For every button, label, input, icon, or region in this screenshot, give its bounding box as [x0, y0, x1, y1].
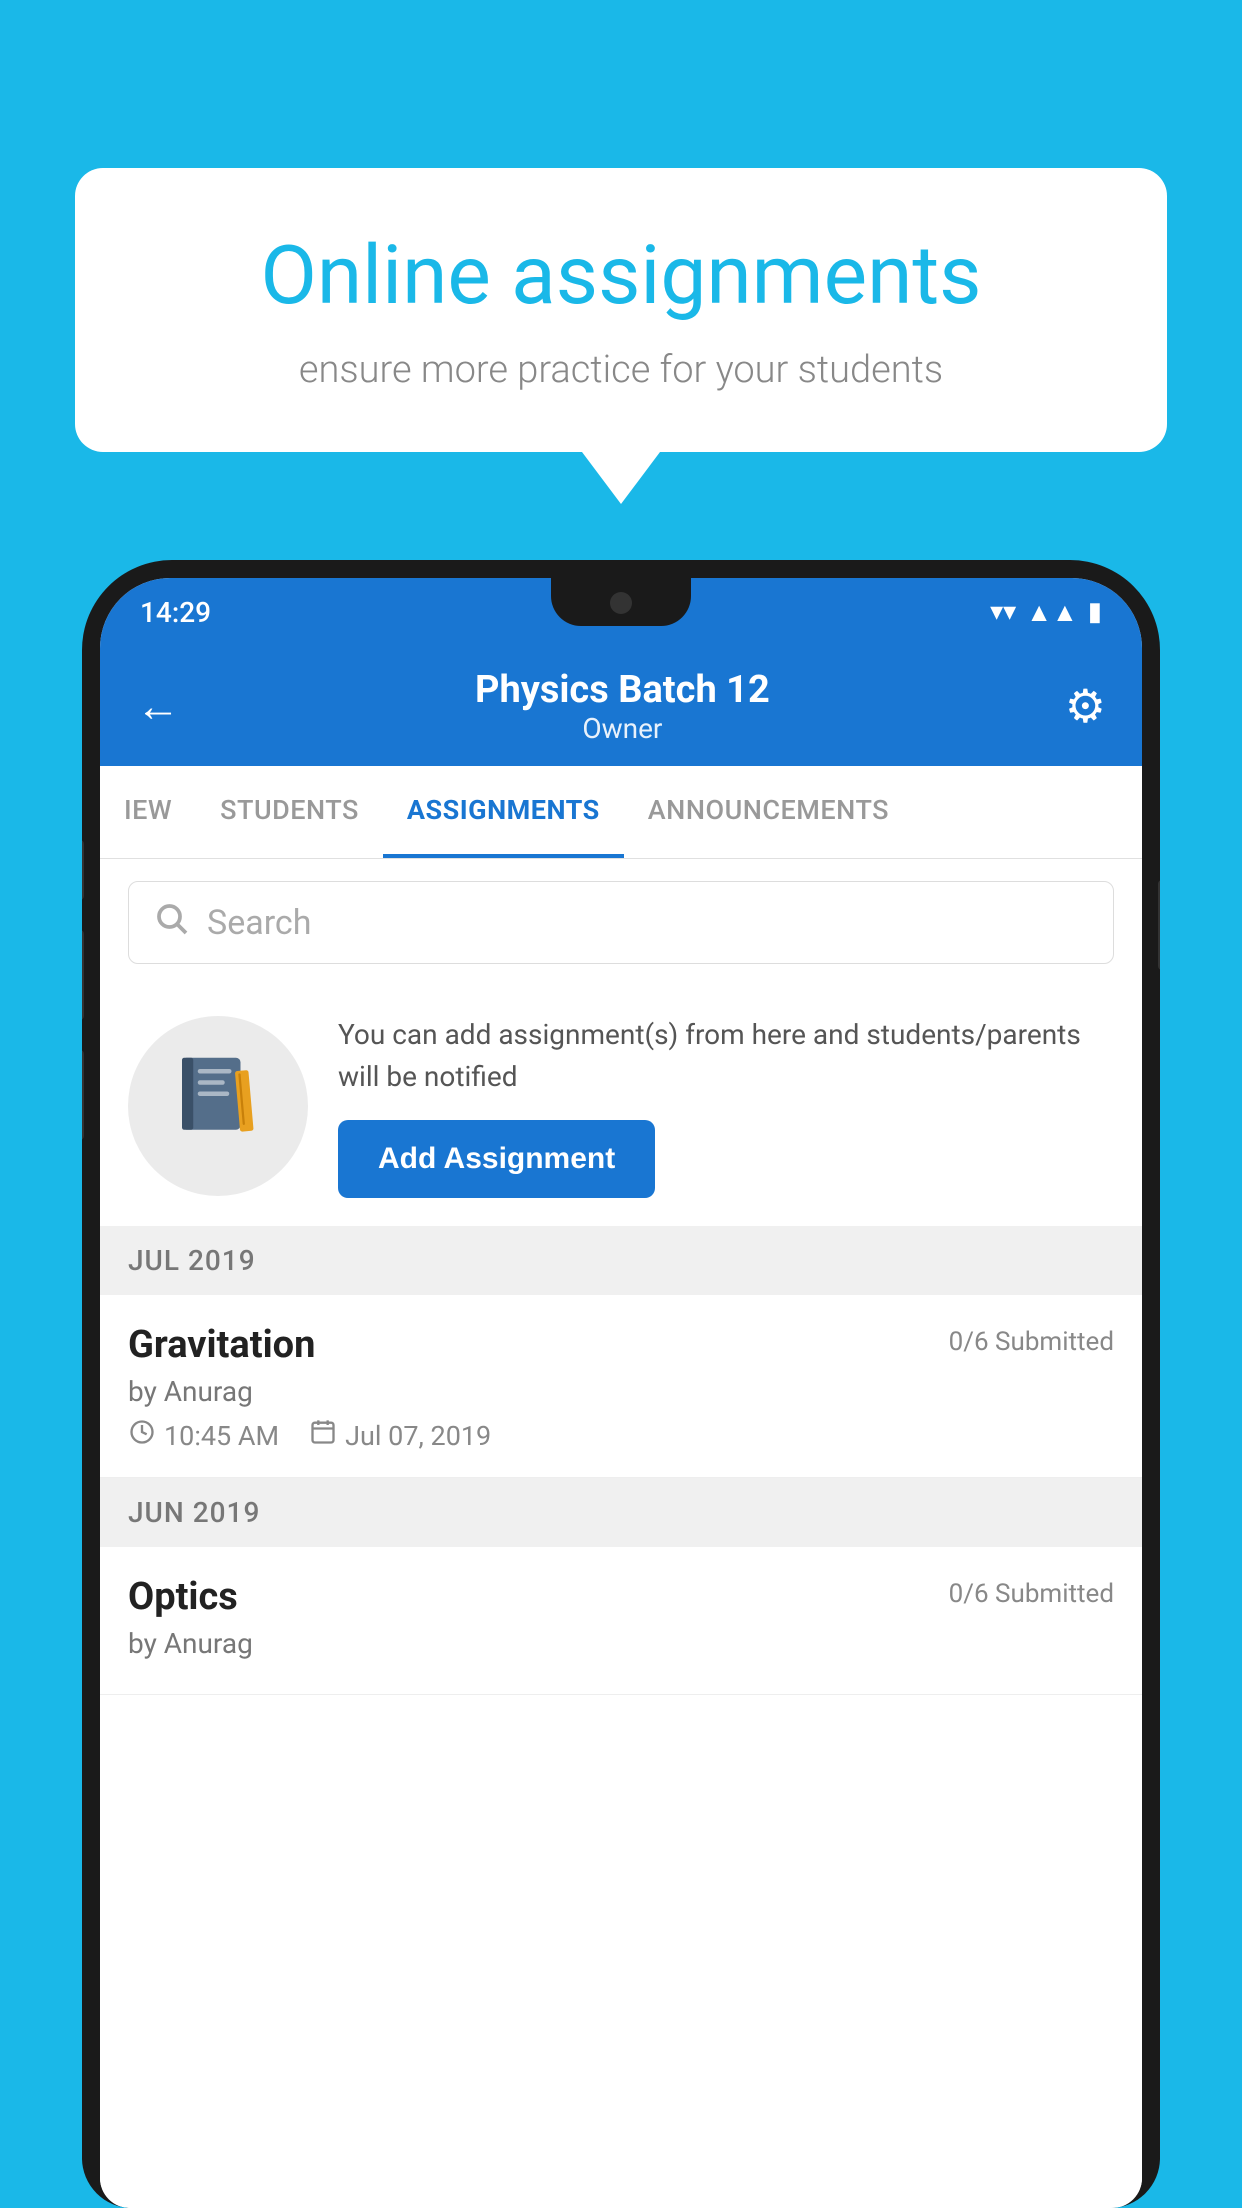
- search-placeholder: Search: [207, 903, 311, 943]
- assignment-meta-row-gravitation: 10:45 AM Jul 07, 2019: [128, 1418, 1114, 1453]
- batch-subtitle: Owner: [180, 712, 1065, 745]
- assignment-time-gravitation: 10:45 AM: [128, 1418, 279, 1453]
- battery-icon: ▮: [1088, 597, 1102, 627]
- assignment-author-gravitation: by Anurag: [128, 1375, 1114, 1408]
- volume-up-button: [82, 840, 84, 900]
- tab-assignments[interactable]: ASSIGNMENTS: [383, 766, 624, 858]
- status-time: 14:29: [140, 596, 211, 629]
- assignment-author-optics: by Anurag: [128, 1627, 1114, 1660]
- notebook-icon: [173, 1051, 263, 1161]
- phone-screen-inner: 14:29 ▾▾ ▲▲ ▮ ← Physics Batch 12 Owner ⚙…: [100, 578, 1142, 2208]
- promo-content: You can add assignment(s) from here and …: [338, 1014, 1114, 1198]
- camera-dot: [610, 592, 632, 614]
- speech-bubble-subtitle: ensure more practice for your students: [145, 348, 1097, 392]
- tabs-bar: IEW STUDENTS ASSIGNMENTS ANNOUNCEMENTS: [100, 766, 1142, 859]
- back-button[interactable]: ←: [136, 680, 180, 732]
- search-bar[interactable]: Search: [128, 881, 1114, 964]
- tab-students[interactable]: STUDENTS: [196, 766, 383, 858]
- wifi-icon: ▾▾: [990, 597, 1016, 627]
- promo-icon-circle: [128, 1016, 308, 1196]
- date-value: Jul 07, 2019: [345, 1420, 491, 1452]
- assignment-title-gravitation: Gravitation: [128, 1323, 315, 1367]
- search-container: Search: [100, 859, 1142, 986]
- phone-frame: 14:29 ▾▾ ▲▲ ▮ ← Physics Batch 12 Owner ⚙…: [82, 560, 1160, 2208]
- settings-icon[interactable]: ⚙: [1065, 679, 1106, 734]
- batch-title: Physics Batch 12: [180, 668, 1065, 712]
- assignment-item-optics[interactable]: Optics 0/6 Submitted by Anurag: [100, 1547, 1142, 1695]
- status-bar: 14:29 ▾▾ ▲▲ ▮: [100, 578, 1142, 646]
- tab-announcements[interactable]: ANNOUNCEMENTS: [624, 766, 913, 858]
- header-title-block: Physics Batch 12 Owner: [180, 668, 1065, 745]
- section-header-jul: JUL 2019: [100, 1226, 1142, 1295]
- assignment-submitted-optics: 0/6 Submitted: [949, 1579, 1114, 1609]
- add-assignment-button[interactable]: Add Assignment: [338, 1120, 655, 1198]
- time-value: 10:45 AM: [164, 1420, 279, 1452]
- calendar-icon: [309, 1418, 337, 1453]
- power-button: [1158, 880, 1160, 970]
- assignment-submitted-gravitation: 0/6 Submitted: [949, 1327, 1114, 1357]
- speech-bubble-title: Online assignments: [145, 228, 1097, 324]
- search-icon: [153, 900, 189, 945]
- silent-button: [82, 1050, 84, 1140]
- phone-screen: IEW STUDENTS ASSIGNMENTS ANNOUNCEMENTS S…: [100, 766, 1142, 2208]
- clock-icon: [128, 1418, 156, 1453]
- tab-iew[interactable]: IEW: [100, 766, 196, 858]
- assignment-title-optics: Optics: [128, 1575, 238, 1619]
- app-header: ← Physics Batch 12 Owner ⚙: [100, 646, 1142, 766]
- promo-block: You can add assignment(s) from here and …: [100, 986, 1142, 1226]
- volume-down-button: [82, 930, 84, 1020]
- assignment-row-top-optics: Optics 0/6 Submitted: [128, 1575, 1114, 1619]
- assignment-row-top: Gravitation 0/6 Submitted: [128, 1323, 1114, 1367]
- section-header-jun: JUN 2019: [100, 1478, 1142, 1547]
- status-icons: ▾▾ ▲▲ ▮: [990, 597, 1102, 628]
- phone-notch: [551, 578, 691, 626]
- signal-icon: ▲▲: [1026, 597, 1077, 628]
- assignment-date-gravitation: Jul 07, 2019: [309, 1418, 491, 1453]
- assignment-item-gravitation[interactable]: Gravitation 0/6 Submitted by Anurag 10:4…: [100, 1295, 1142, 1478]
- speech-bubble-container: Online assignments ensure more practice …: [75, 168, 1167, 452]
- promo-text: You can add assignment(s) from here and …: [338, 1014, 1114, 1098]
- speech-bubble: Online assignments ensure more practice …: [75, 168, 1167, 452]
